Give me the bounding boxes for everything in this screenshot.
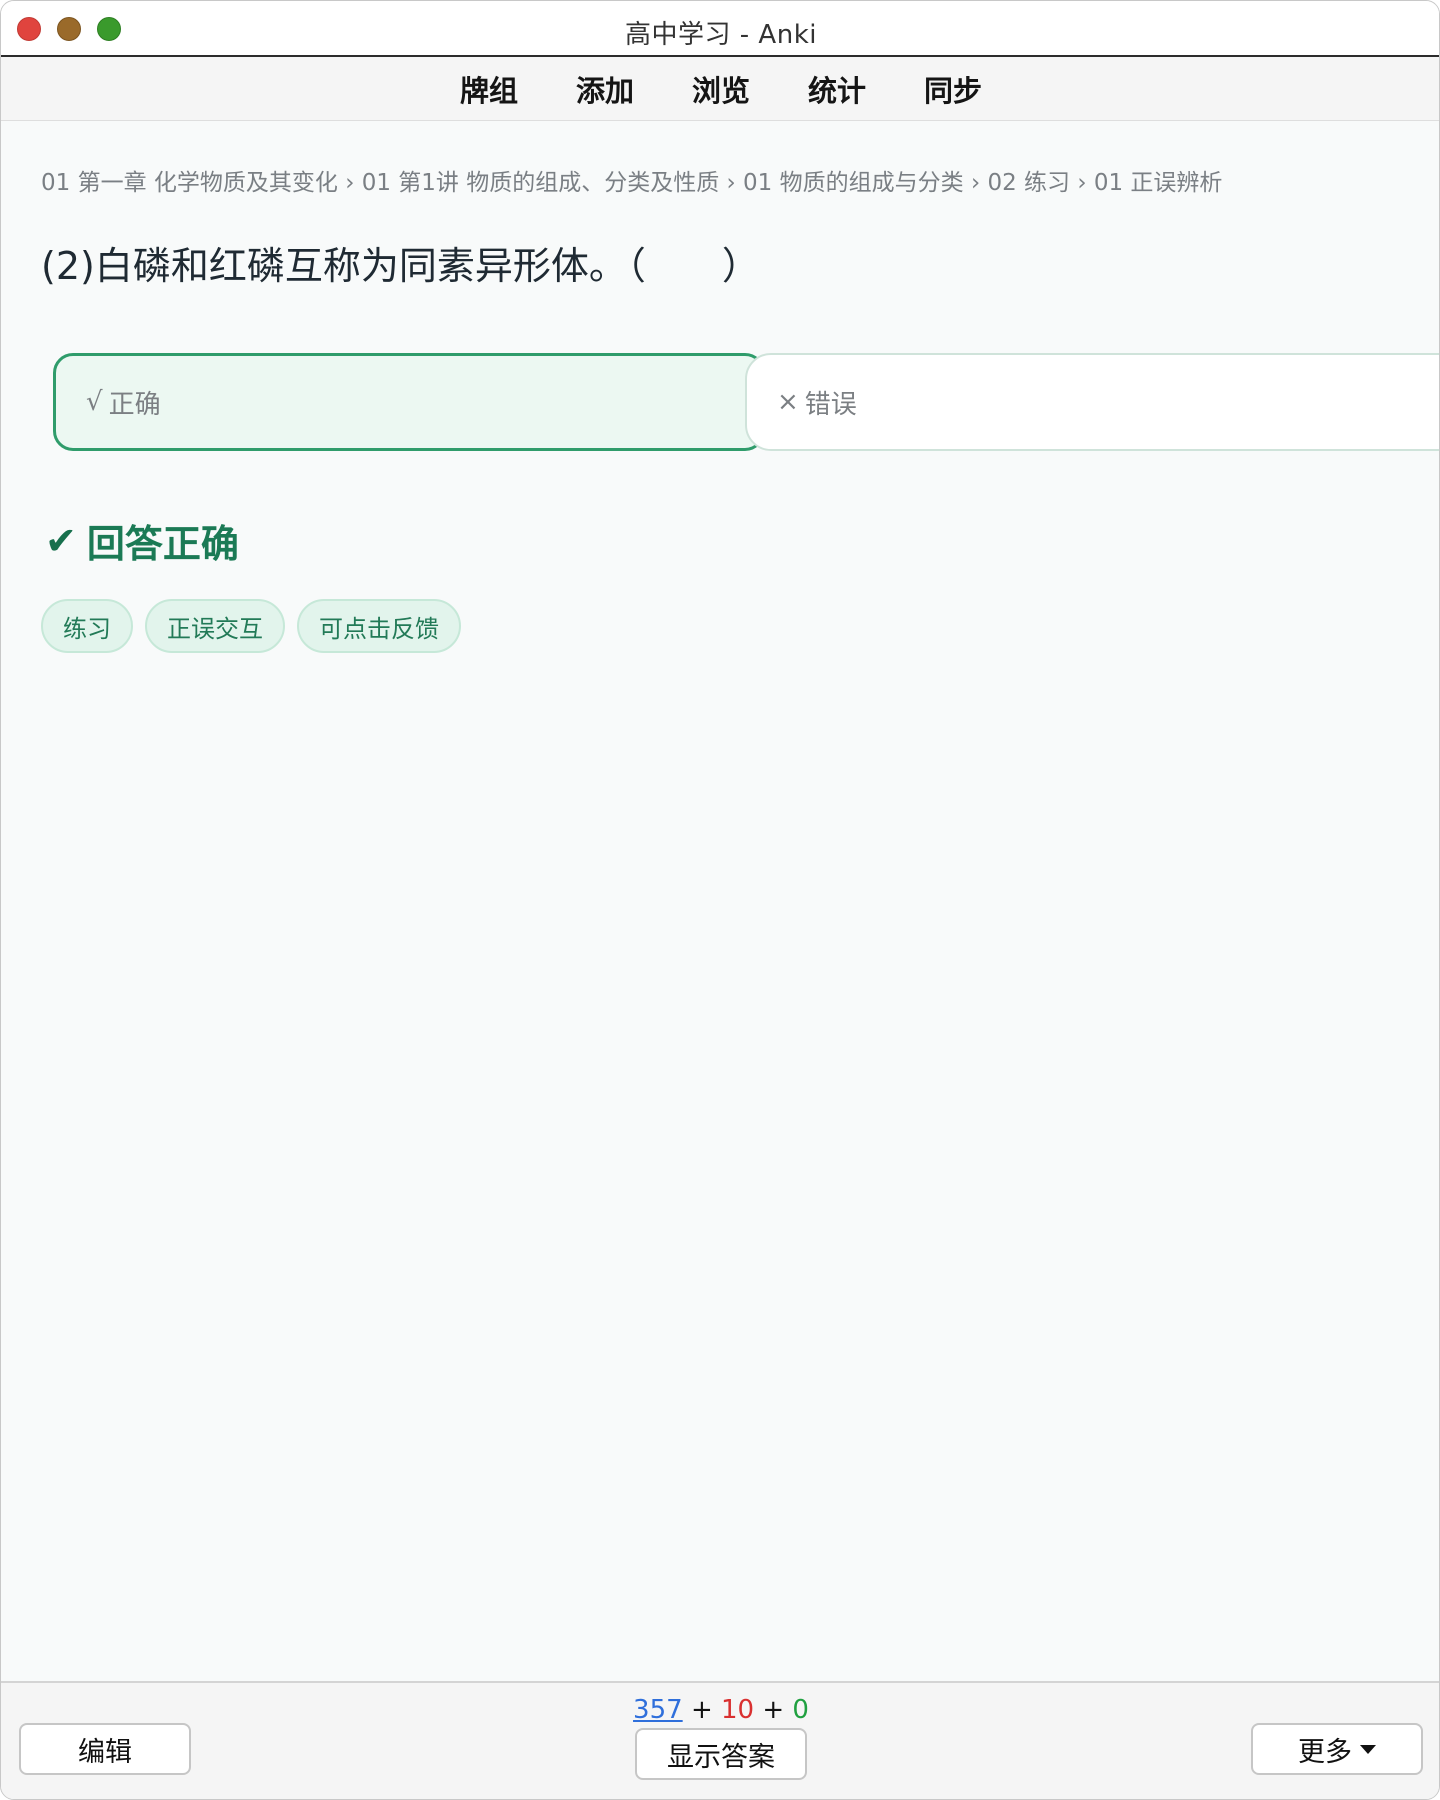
toolbar-decks[interactable]: 牌组 — [431, 68, 547, 110]
tag-item: 可点击反馈 — [297, 599, 461, 653]
new-count[interactable]: 357 — [633, 1695, 683, 1725]
bottom-bar: 357 + 10 + 0 编辑 显示答案 更多 — [1, 1681, 1439, 1799]
option-correct-button[interactable]: √ 正确 — [53, 353, 765, 451]
learn-count: 10 — [721, 1695, 755, 1725]
window-title: 高中学习 - Anki — [625, 20, 817, 50]
more-button-label: 更多 — [1298, 1736, 1352, 1768]
cross-icon: × — [777, 387, 799, 417]
check-icon: ✔ — [45, 518, 77, 563]
tag-item: 练习 — [41, 599, 133, 653]
answer-options: √ 正确 × 错误 — [53, 353, 1439, 451]
plus-separator: + — [690, 1695, 713, 1725]
option-correct-label: 正确 — [108, 389, 161, 420]
plus-separator: + — [762, 1695, 785, 1725]
toolbar-sync[interactable]: 同步 — [895, 68, 1011, 110]
tag-list: 练习 正误交互 可点击反馈 — [41, 599, 461, 653]
result-feedback: ✔ 回答正确 — [45, 513, 239, 568]
anki-window: 高中学习 - Anki 牌组 添加 浏览 统计 同步 01 第一章 化学物质及其… — [0, 0, 1440, 1800]
title-bar: 高中学习 - Anki — [1, 1, 1439, 57]
breadcrumb: 01 第一章 化学物质及其变化 › 01 第1讲 物质的组成、分类及性质 › 0… — [41, 170, 1223, 196]
toolbar-browse[interactable]: 浏览 — [663, 68, 779, 110]
toolbar-add[interactable]: 添加 — [547, 68, 663, 110]
question-text: (2)白磷和红磷互称为同素异形体。（ ） — [41, 244, 760, 288]
option-wrong-label: 错误 — [804, 389, 857, 420]
more-button[interactable]: 更多 — [1251, 1723, 1423, 1775]
main-toolbar: 牌组 添加 浏览 统计 同步 — [1, 57, 1439, 121]
caret-down-icon — [1360, 1744, 1376, 1754]
due-counts: 357 + 10 + 0 — [1, 1695, 1439, 1725]
checkmark-icon: √ — [86, 387, 103, 417]
toolbar-stats[interactable]: 统计 — [779, 68, 895, 110]
tag-item: 正误交互 — [145, 599, 285, 653]
result-text: 回答正确 — [86, 522, 239, 566]
show-answer-button[interactable]: 显示答案 — [635, 1728, 807, 1780]
option-wrong-button[interactable]: × 错误 — [745, 353, 1439, 451]
review-count: 0 — [792, 1695, 809, 1725]
edit-button[interactable]: 编辑 — [19, 1723, 191, 1775]
